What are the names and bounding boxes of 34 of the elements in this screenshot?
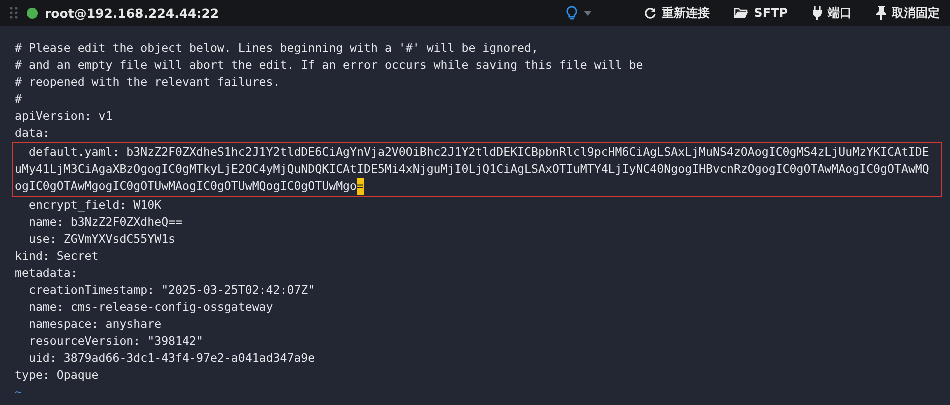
code-line: kind: Secret bbox=[15, 248, 99, 265]
code-line: metadata: bbox=[15, 265, 78, 282]
unpin-button[interactable]: 取消固定 bbox=[872, 2, 944, 24]
code-line: name: b3NzZ2F0ZXdheQ== bbox=[28, 214, 183, 231]
code-line: namespace: anyshare bbox=[28, 316, 162, 333]
code-line: ogIC0gOTAwMgogIC0gOTUwMAogIC0gOTUwMQogIC0gOTUwMgo bbox=[15, 178, 358, 195]
code-line: # and an empty file will abort the edit. If an error occurs while saving this file will be bbox=[15, 57, 644, 74]
code-line: uid: 3879ad66-3dc1-43f4-97e2-a041ad347a9e bbox=[28, 350, 316, 367]
code-line: data: bbox=[15, 125, 50, 142]
sftp-button[interactable]: SFTP bbox=[730, 4, 792, 22]
pin-icon bbox=[876, 6, 887, 20]
code-line: # Please edit the object below. Lines beginning with a '#' will be ignored, bbox=[15, 40, 539, 57]
code-line: name: cms-release-config-ossgateway bbox=[28, 299, 274, 316]
session-title: root@192.168.224.44:22 bbox=[45, 6, 220, 20]
code-line: resourceVersion: "398142" bbox=[28, 333, 204, 350]
refresh-icon bbox=[644, 6, 658, 20]
code-line: uMy41LjM3CiAgaXBzOgogIC0gMTkyLjE2OC4yMjQuNDQKICAtIDE5Mi4xNjguMjI0LjQ1CiAgLSAxOTIuMTY4LjIyNC40NgogIHBvcnRzOgogIC0gOTAwMAogIC0gOTAwMQ bbox=[15, 161, 930, 178]
plug-icon bbox=[812, 6, 823, 20]
reconnect-button[interactable]: 重新连接 bbox=[640, 2, 714, 24]
code-line: type: Opaque bbox=[15, 367, 99, 384]
drag-handle-icon[interactable] bbox=[10, 7, 18, 19]
code-line: # bbox=[15, 91, 22, 108]
code-line: # reopened with the relevant failures. bbox=[15, 74, 280, 91]
code-line: use: ZGVmYXVsdC55YW1s bbox=[28, 231, 176, 248]
port-button[interactable]: 端口 bbox=[808, 2, 856, 24]
code-line: creationTimestamp: "2025-03-25T02:42:07Z" bbox=[28, 282, 316, 299]
folder-icon bbox=[734, 7, 750, 19]
lightbulb-icon bbox=[566, 6, 578, 20]
code-line: apiVersion: v1 bbox=[15, 108, 113, 125]
caret-icon bbox=[584, 10, 592, 16]
code-line: encrypt_field: W10K bbox=[28, 197, 162, 214]
text-cursor: = bbox=[357, 178, 364, 195]
empty-line-marker: ~ bbox=[15, 384, 22, 401]
code-line: default.yaml: b3NzZ2F0ZXdheS1hc2J1Y2tldDE6CiAgYnVja2V0OiBhc2J1Y2tldDEKICBpbnRlcl9pcHM6CiAgLSAxLjMuNS4zOAogIC0gMS4zLjUuMzYKICAtIDE bbox=[28, 144, 930, 161]
